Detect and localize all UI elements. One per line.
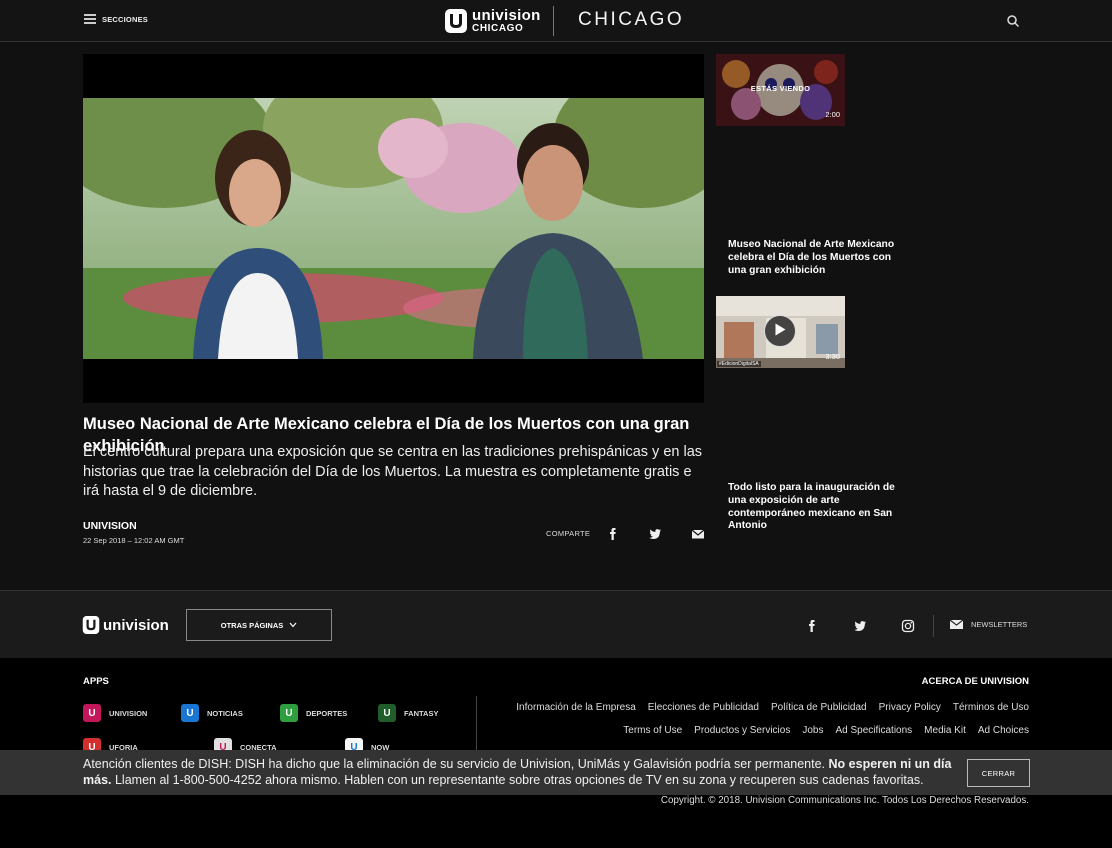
about-links-row-1: Información de la Empresa Elecciones de … [516, 702, 1029, 713]
footer-logo-name: univision [103, 616, 169, 634]
univision-logo-icon [445, 9, 467, 33]
newsletters-link[interactable]: NEWSLETTERS [950, 620, 1027, 629]
share-label: COMPARTE [546, 529, 591, 538]
link-ad-specs[interactable]: Ad Specifications [835, 725, 912, 736]
site-header: SECCIONES univision CHICAGO CHICAGO [0, 0, 1112, 42]
playlist-item-title[interactable]: Todo listo para la inauguración de una e… [728, 482, 898, 533]
about-links-row-2: Terms of Use Productos y Servicios Jobs … [623, 725, 1029, 736]
footer-univision-logo[interactable]: univision [82, 615, 169, 635]
city-title: CHICAGO [578, 9, 685, 30]
apps-heading: APPS [83, 676, 109, 687]
playlist-item-next[interactable]: #EdicionDigitalSA 3:30 [716, 296, 845, 368]
alert-text-part2: Llamen al 1-800-500-4252 ahora mismo. Ha… [114, 772, 924, 787]
search-icon[interactable] [1006, 14, 1020, 28]
close-alert-button[interactable]: CERRAR [967, 759, 1030, 787]
article-author[interactable]: UNIVISION [83, 520, 137, 532]
instagram-icon[interactable] [901, 619, 915, 633]
video-duration: 3:30 [825, 352, 840, 361]
link-ad-choices[interactable]: Ad Choices [978, 725, 1029, 736]
footer-divider [933, 615, 934, 637]
alert-message: Atención clientes de DISH: DISH ha dicho… [83, 757, 963, 788]
play-button-icon[interactable] [764, 315, 796, 347]
playlist-item-title[interactable]: Museo Nacional de Arte Mexicano celebra … [728, 239, 898, 277]
link-terms-es[interactable]: Términos de Uso [953, 702, 1029, 713]
hamburger-icon [84, 14, 96, 24]
univision-chicago-logo[interactable]: univision CHICAGO [444, 6, 554, 36]
email-share-icon[interactable] [691, 527, 705, 541]
envelope-icon [950, 620, 963, 629]
univision-app-icon: U [83, 704, 101, 722]
sections-menu-button[interactable]: SECCIONES [84, 14, 148, 24]
link-products[interactable]: Productos y Servicios [694, 725, 790, 736]
chevron-down-icon [289, 622, 297, 628]
app-label: DEPORTES [306, 708, 348, 718]
link-media-kit[interactable]: Media Kit [924, 725, 966, 736]
link-company-info[interactable]: Información de la Empresa [516, 702, 636, 713]
dish-alert-banner: Atención clientes de DISH: DISH ha dicho… [0, 750, 1112, 795]
about-heading: ACERCA DE UNIVISION [921, 676, 1029, 687]
link-ad-policy[interactable]: Política de Publicidad [771, 702, 867, 713]
noticias-app-icon: U [181, 704, 199, 722]
fantasy-app-icon: U [378, 704, 396, 722]
now-watching-label: ESTÁS VIENDO [750, 84, 811, 93]
link-jobs[interactable]: Jobs [802, 725, 823, 736]
apps-divider [476, 696, 477, 756]
app-noticias[interactable]: U NOTICIAS [181, 704, 243, 722]
app-label: NOTICIAS [207, 708, 243, 718]
logo-city: CHICAGO [472, 23, 524, 34]
copyright-text: Copyright. © 2018. Univision Communicati… [660, 795, 1029, 806]
link-ad-choices-es[interactable]: Elecciones de Publicidad [648, 702, 759, 713]
playlist-item-current[interactable]: ESTÁS VIENDO 2:00 [716, 54, 845, 126]
footer-bar: univision OTRAS PÁGINAS NEWSLETTERS [0, 590, 1112, 658]
other-pages-label: OTRAS PÁGINAS [220, 620, 284, 630]
link-privacy-policy[interactable]: Privacy Policy [879, 702, 941, 713]
other-pages-dropdown[interactable]: OTRAS PÁGINAS [186, 609, 332, 641]
sections-menu-label: SECCIONES [102, 14, 148, 24]
alert-text-part1: Atención clientes de DISH: DISH ha dicho… [83, 757, 826, 771]
deportes-app-icon: U [280, 704, 298, 722]
univision-logo-icon [82, 616, 100, 634]
app-fantasy[interactable]: U FANTASY [378, 704, 438, 722]
video-frame [83, 98, 704, 359]
app-univision[interactable]: U UNIVISION [83, 704, 147, 722]
newsletters-label: NEWSLETTERS [971, 620, 1028, 629]
article-description: El centro cultural prepara una exposició… [83, 444, 703, 500]
video-hashtag: #EdicionDigitalSA [717, 361, 761, 367]
link-terms-of-use[interactable]: Terms of Use [623, 725, 682, 736]
logo-divider [552, 6, 554, 36]
video-duration: 2:00 [825, 110, 840, 119]
article-date: 22 Sep 2018 – 12:02 AM GMT [83, 536, 185, 545]
facebook-icon[interactable] [805, 619, 819, 633]
app-deportes[interactable]: U DEPORTES [280, 704, 347, 722]
facebook-share-icon[interactable] [606, 527, 620, 541]
twitter-icon[interactable] [853, 619, 867, 633]
video-player[interactable] [83, 54, 704, 403]
app-label: FANTASY [404, 708, 439, 718]
twitter-share-icon[interactable] [648, 527, 662, 541]
logo-name: univision [472, 7, 541, 24]
app-label: UNIVISION [109, 708, 148, 718]
